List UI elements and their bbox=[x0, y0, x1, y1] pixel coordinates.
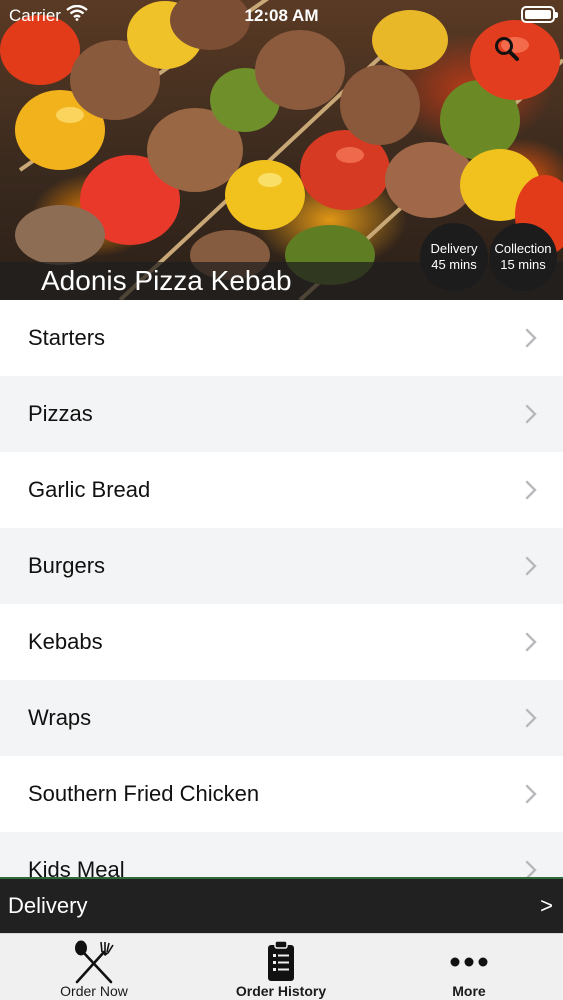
chevron-right-icon bbox=[525, 708, 537, 728]
delivery-badge-label: Delivery bbox=[430, 241, 478, 256]
menu-item-garlic-bread[interactable]: Garlic Bread bbox=[0, 452, 563, 528]
chevron-right-icon bbox=[525, 480, 537, 500]
menu-category-list: Starters Pizzas Garlic Bread Burgers Keb… bbox=[0, 300, 563, 877]
delivery-mode-bar[interactable]: Delivery > bbox=[0, 877, 563, 933]
menu-item-kids-meal[interactable]: Kids Meal bbox=[0, 832, 563, 877]
tab-more[interactable]: More bbox=[375, 934, 563, 1000]
chevron-right-icon bbox=[525, 328, 537, 348]
tab-label: Order Now bbox=[60, 983, 128, 999]
menu-item-label: Starters bbox=[28, 325, 106, 350]
menu-item-label: Kids Meal bbox=[28, 857, 125, 877]
chevron-right-icon bbox=[525, 784, 537, 804]
delivery-time-badge: Delivery 45 mins bbox=[420, 223, 488, 291]
restaurant-name: Adonis Pizza Kebab bbox=[41, 265, 292, 296]
menu-item-label: Wraps bbox=[28, 705, 92, 730]
chevron-right-icon bbox=[525, 860, 537, 877]
collection-badge-time: 15 mins bbox=[500, 257, 546, 272]
battery-icon bbox=[521, 6, 558, 23]
tab-label: Order History bbox=[235, 983, 327, 999]
menu-item-label: Southern Fried Chicken bbox=[28, 781, 260, 806]
tab-label: More bbox=[452, 983, 486, 999]
tab-bar: Order Now Order History More bbox=[0, 933, 563, 1000]
menu-item-starters[interactable]: Starters bbox=[0, 300, 563, 376]
delivery-mode-label: Delivery bbox=[8, 893, 88, 918]
status-time: 12:08 AM bbox=[244, 6, 319, 25]
hero-banner: Carrier 12:08 AM Adonis Pizza Kebab Deli… bbox=[0, 0, 563, 300]
chevron-right-icon bbox=[525, 632, 537, 652]
collection-time-badge: Collection 15 mins bbox=[489, 223, 557, 291]
menu-item-label: Kebabs bbox=[28, 629, 103, 654]
search-icon bbox=[495, 37, 519, 61]
menu-item-southern-fried-chicken[interactable]: Southern Fried Chicken bbox=[0, 756, 563, 832]
tab-order-now[interactable]: Order Now bbox=[0, 934, 188, 1000]
menu-item-wraps[interactable]: Wraps bbox=[0, 680, 563, 756]
fork-knife-icon bbox=[0, 940, 188, 984]
menu-item-pizzas[interactable]: Pizzas bbox=[0, 376, 563, 452]
menu-item-label: Burgers bbox=[28, 553, 106, 578]
status-bar: Carrier 12:08 AM bbox=[0, 0, 563, 30]
menu-item-label: Pizzas bbox=[28, 401, 93, 426]
chevron-right-icon: > bbox=[540, 893, 553, 918]
chevron-right-icon bbox=[525, 556, 537, 576]
collection-badge-label: Collection bbox=[494, 241, 552, 256]
search-button[interactable] bbox=[494, 36, 534, 76]
menu-item-burgers[interactable]: Burgers bbox=[0, 528, 563, 604]
more-dots-icon bbox=[375, 940, 563, 980]
menu-item-label: Garlic Bread bbox=[28, 477, 151, 502]
menu-item-kebabs[interactable]: Kebabs bbox=[0, 604, 563, 680]
clipboard-icon bbox=[187, 940, 375, 982]
tab-order-history[interactable]: Order History bbox=[187, 934, 375, 1000]
delivery-badge-time: 45 mins bbox=[431, 257, 477, 272]
chevron-right-icon bbox=[525, 404, 537, 424]
